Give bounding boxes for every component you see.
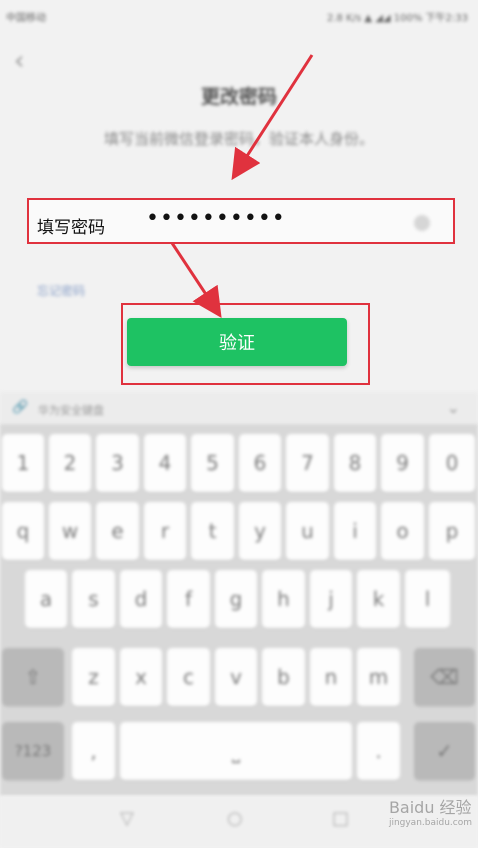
- key-f[interactable]: f: [167, 570, 210, 628]
- keyboard: 1 2 3 4 5 6 7 8 9 0 q w e r t y u i o p …: [0, 424, 478, 796]
- key-c[interactable]: c: [167, 648, 210, 706]
- shift-key[interactable]: ⇧: [2, 648, 64, 706]
- key-3[interactable]: 3: [96, 434, 139, 492]
- key-1[interactable]: 1: [2, 434, 44, 492]
- symbols-key[interactable]: ?123: [2, 722, 64, 780]
- secure-keyboard-icon: 🔗: [12, 400, 29, 415]
- key-d[interactable]: d: [120, 570, 162, 628]
- key-b[interactable]: b: [262, 648, 305, 706]
- key-n[interactable]: n: [310, 648, 352, 706]
- key-u[interactable]: u: [286, 502, 329, 560]
- key-s[interactable]: s: [72, 570, 115, 628]
- enter-key[interactable]: ✓: [414, 722, 475, 780]
- key-y[interactable]: y: [239, 502, 281, 560]
- key-v[interactable]: v: [215, 648, 257, 706]
- key-7[interactable]: 7: [286, 434, 329, 492]
- key-i[interactable]: i: [334, 502, 376, 560]
- keyboard-header: 🔗 华为安全键盘 ⌄: [0, 392, 478, 424]
- backspace-key[interactable]: ⌫: [414, 648, 475, 706]
- key-o[interactable]: o: [381, 502, 424, 560]
- back-nav-icon[interactable]: ▽: [120, 808, 134, 829]
- key-r[interactable]: r: [144, 502, 186, 560]
- key-e[interactable]: e: [96, 502, 139, 560]
- key-5[interactable]: 5: [191, 434, 234, 492]
- arrow-to-button: [170, 242, 222, 319]
- period-key[interactable]: .: [357, 722, 400, 780]
- arrow-to-field: [231, 54, 314, 181]
- key-q[interactable]: q: [2, 502, 44, 560]
- key-8[interactable]: 8: [334, 434, 376, 492]
- key-l[interactable]: l: [405, 570, 450, 628]
- key-4[interactable]: 4: [144, 434, 186, 492]
- key-g[interactable]: g: [215, 570, 257, 628]
- watermark-sub: jingyan.baidu.com: [388, 818, 472, 828]
- chevron-down-icon[interactable]: ⌄: [447, 398, 460, 417]
- key-x[interactable]: x: [120, 648, 162, 706]
- key-z[interactable]: z: [72, 648, 115, 706]
- watermark-text: Baidu 经验: [388, 798, 472, 817]
- recents-nav-icon[interactable]: □: [332, 808, 349, 829]
- key-9[interactable]: 9: [381, 434, 424, 492]
- baidu-watermark: Baidu 经验 jingyan.baidu.com: [389, 794, 472, 828]
- key-0[interactable]: 0: [429, 434, 475, 492]
- key-6[interactable]: 6: [239, 434, 281, 492]
- key-2[interactable]: 2: [49, 434, 91, 492]
- comma-key[interactable]: ,: [72, 722, 115, 780]
- space-key[interactable]: ⎵: [120, 722, 352, 780]
- key-h[interactable]: h: [262, 570, 305, 628]
- key-p[interactable]: p: [429, 502, 475, 560]
- keyboard-header-label: 华为安全键盘: [38, 404, 104, 417]
- key-k[interactable]: k: [357, 570, 400, 628]
- key-t[interactable]: t: [191, 502, 234, 560]
- home-nav-icon[interactable]: ○: [227, 808, 243, 829]
- key-m[interactable]: m: [357, 648, 400, 706]
- key-w[interactable]: w: [49, 502, 91, 560]
- key-a[interactable]: a: [25, 570, 67, 628]
- key-j[interactable]: j: [310, 570, 352, 628]
